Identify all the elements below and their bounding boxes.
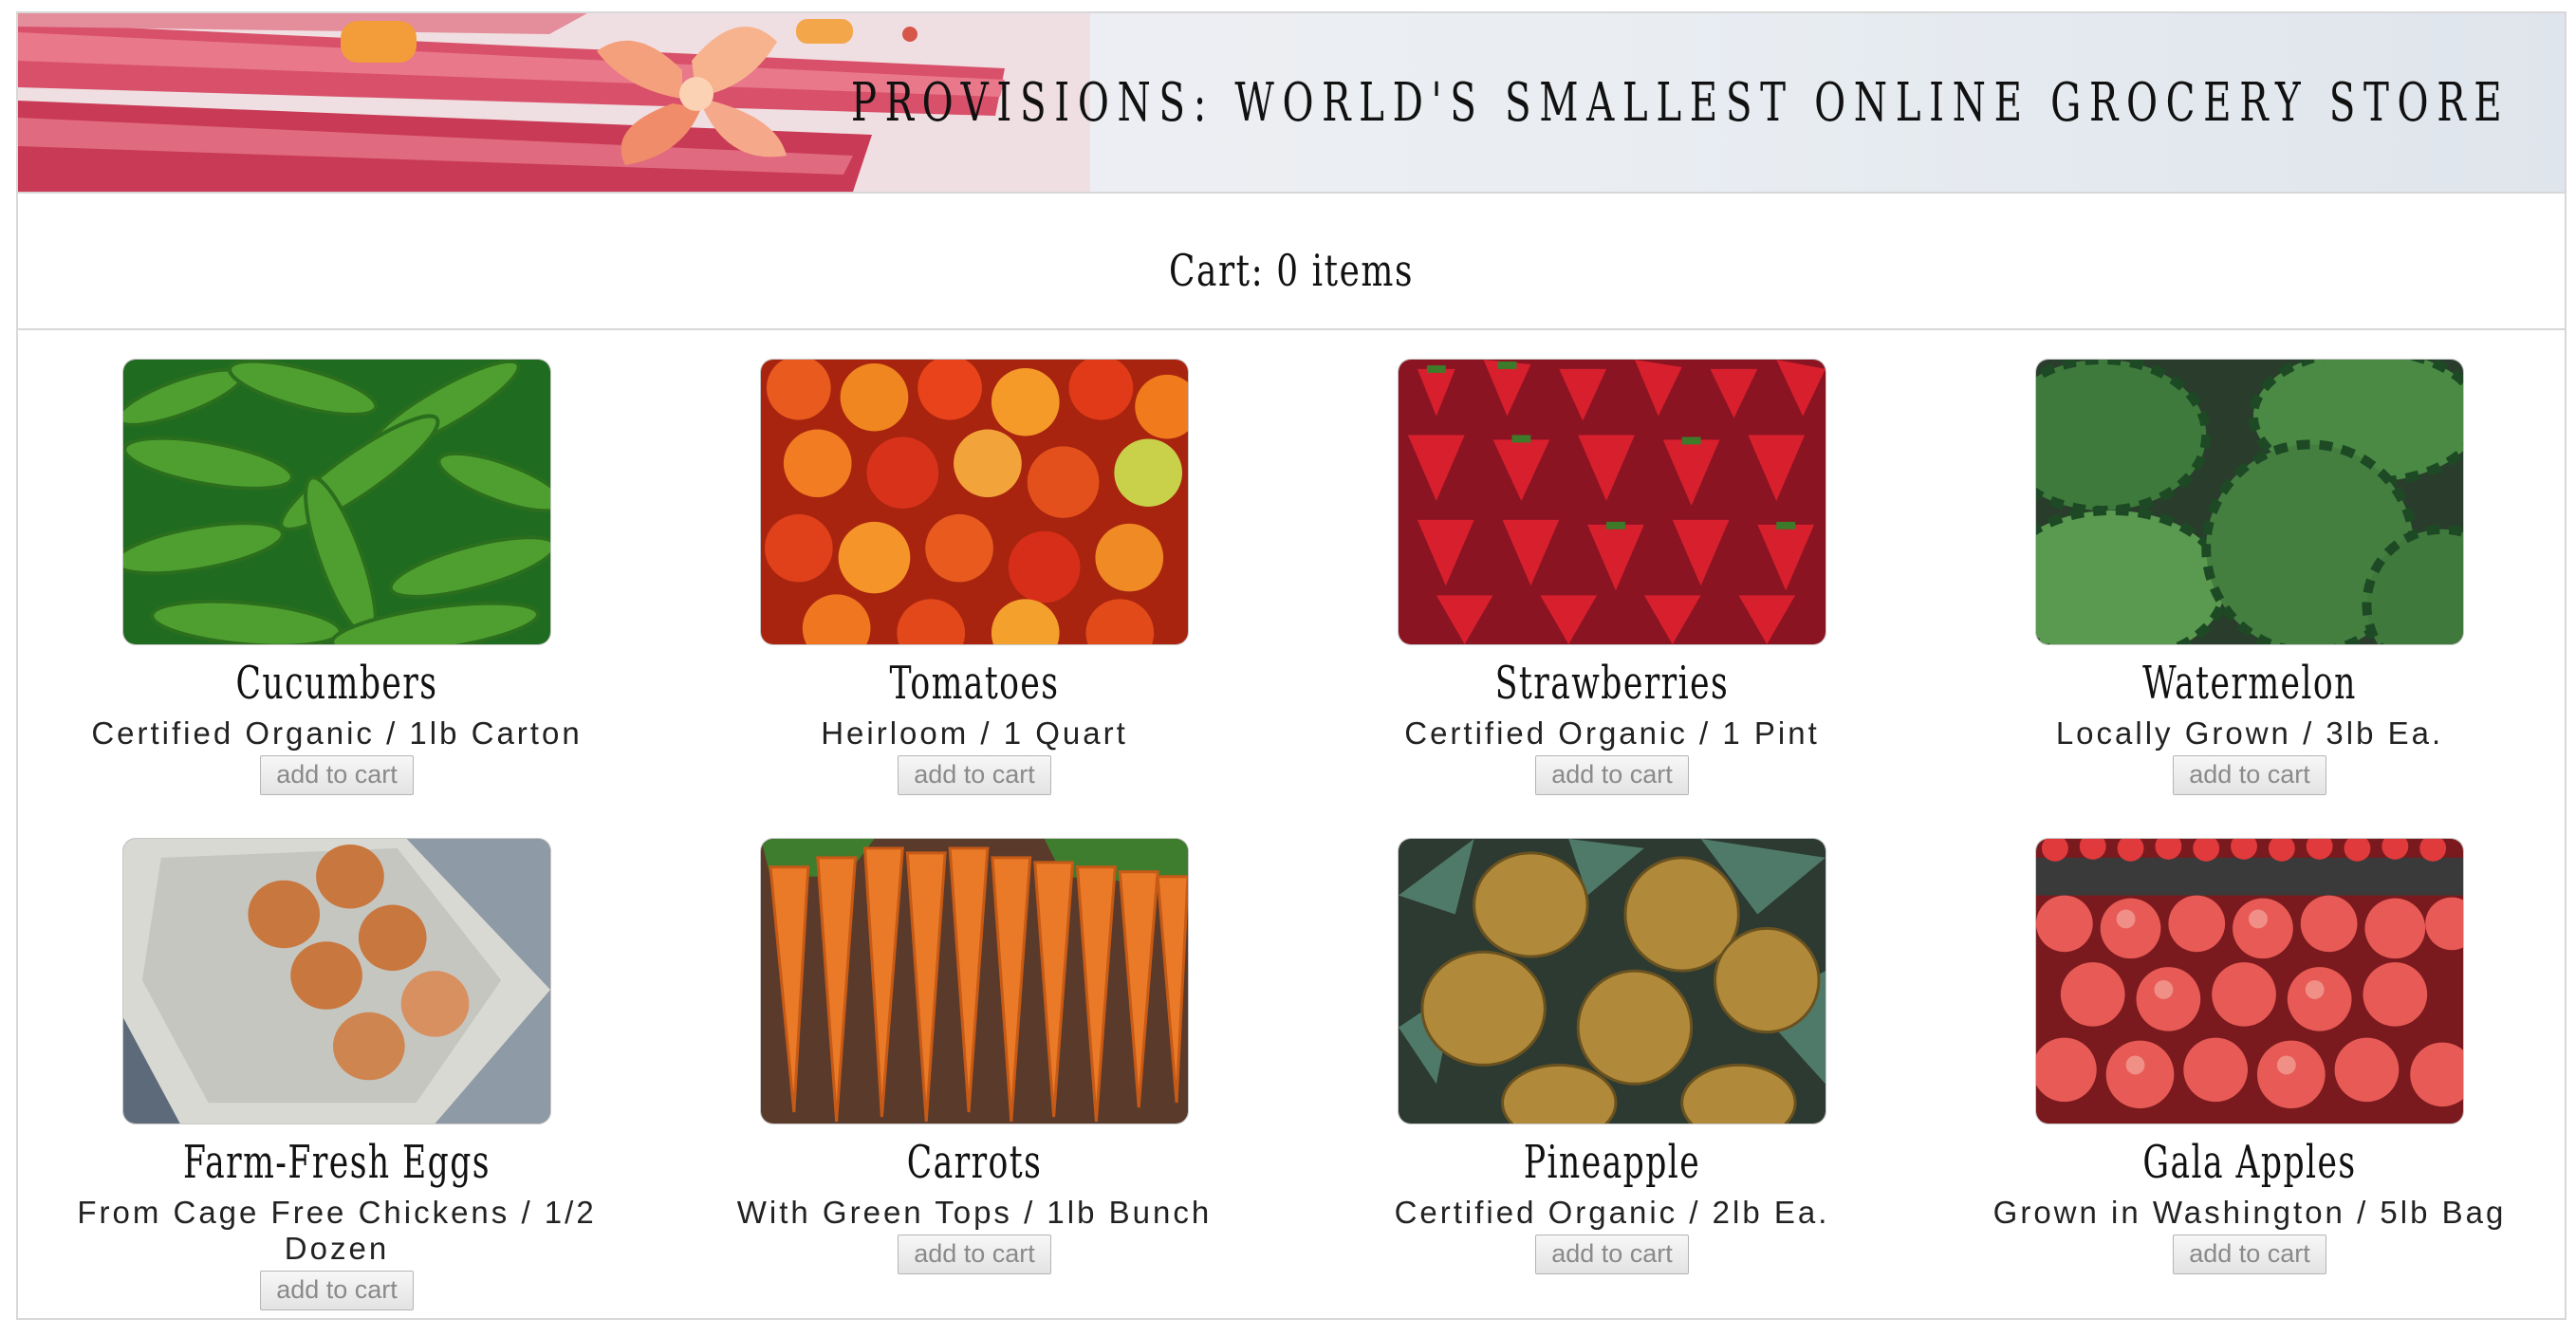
strawberries-photo — [1398, 359, 1826, 645]
apples-photo — [2035, 838, 2464, 1124]
add-to-cart-button[interactable]: add to cart — [2173, 755, 2326, 795]
add-to-cart-button[interactable]: add to cart — [1535, 1235, 1689, 1274]
add-to-cart-button[interactable]: add to cart — [898, 755, 1051, 795]
product-name: Carrots — [906, 1136, 1043, 1189]
product-description: Certified Organic / 1 Pint — [1404, 715, 1820, 751]
product-name: Watermelon — [2142, 657, 2357, 710]
product-grid: Cucumbers Certified Organic / 1lb Carton… — [18, 330, 2565, 1317]
product-card-pineapple: Pineapple Certified Organic / 2lb Ea. ad… — [1293, 838, 1931, 1274]
product-description: Certified Organic / 2lb Ea. — [1394, 1195, 1830, 1230]
product-card-cucumbers: Cucumbers Certified Organic / 1lb Carton… — [18, 359, 656, 795]
product-card-carrots: Carrots With Green Tops / 1lb Bunch add … — [656, 838, 1293, 1274]
page-frame: PROVISIONS: WORLD'S SMALLEST ONLINE GROC… — [16, 11, 2567, 1320]
product-card-tomatoes: Tomatoes Heirloom / 1 Quart add to cart — [656, 359, 1293, 795]
product-name: Tomatoes — [889, 657, 1060, 710]
cart-bar: Cart: 0 items — [18, 194, 2565, 330]
product-name: Pineapple — [1523, 1136, 1701, 1189]
add-to-cart-button[interactable]: add to cart — [1535, 755, 1689, 795]
product-card-eggs: Farm-Fresh Eggs From Cage Free Chickens … — [18, 838, 656, 1310]
tomatoes-photo — [760, 359, 1189, 645]
product-name: Gala Apples — [2142, 1136, 2357, 1189]
carrots-photo — [760, 838, 1189, 1124]
pineapple-photo — [1398, 838, 1826, 1124]
product-description: Locally Grown / 3lb Ea. — [2055, 715, 2444, 751]
site-title: PROVISIONS: WORLD'S SMALLEST ONLINE GROC… — [850, 72, 2510, 134]
product-card-watermelon: Watermelon Locally Grown / 3lb Ea. add t… — [1931, 359, 2568, 795]
eggs-photo — [122, 838, 551, 1124]
add-to-cart-button[interactable]: add to cart — [2173, 1235, 2326, 1274]
product-description: From Cage Free Chickens / 1/2 Dozen — [77, 1195, 597, 1266]
cucumbers-photo — [122, 359, 551, 645]
product-name: Cucumbers — [235, 657, 438, 710]
add-to-cart-button[interactable]: add to cart — [260, 1271, 414, 1310]
add-to-cart-button[interactable]: add to cart — [898, 1235, 1051, 1274]
add-to-cart-button[interactable]: add to cart — [260, 755, 414, 795]
product-description: Heirloom / 1 Quart — [821, 715, 1128, 751]
cart-count: Cart: 0 items — [1169, 245, 1414, 296]
product-description: With Green Tops / 1lb Bunch — [736, 1195, 1213, 1230]
product-name: Farm-Fresh Eggs — [183, 1136, 491, 1189]
header-banner: PROVISIONS: WORLD'S SMALLEST ONLINE GROC… — [18, 13, 2565, 194]
product-description: Certified Organic / 1lb Carton — [91, 715, 583, 751]
product-description: Grown in Washington / 5lb Bag — [1992, 1195, 2507, 1230]
watermelon-photo — [2035, 359, 2464, 645]
product-name: Strawberries — [1494, 657, 1730, 710]
product-card-gala-apples: Gala Apples Grown in Washington / 5lb Ba… — [1931, 838, 2568, 1274]
product-card-strawberries: Strawberries Certified Organic / 1 Pint … — [1293, 359, 1931, 795]
